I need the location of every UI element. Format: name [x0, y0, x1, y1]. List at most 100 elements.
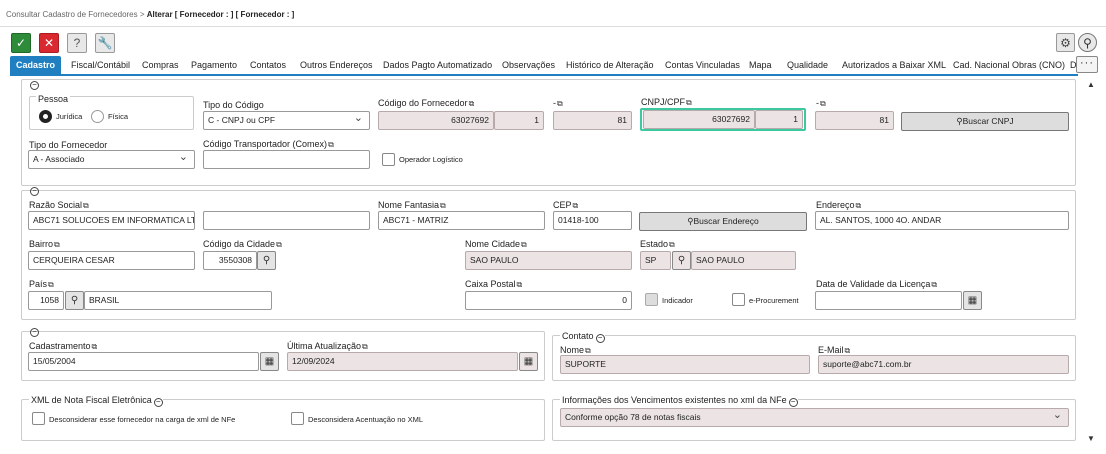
cnpj-label: CNPJ/CPF⧉	[641, 97, 692, 107]
collapse-icon[interactable]: −	[30, 187, 39, 196]
tab-pagamento[interactable]: Pagamento	[185, 56, 243, 74]
collapse-icon[interactable]: −	[30, 81, 39, 90]
nome-fantasia-input[interactable]: ABC71 - MATRIZ	[378, 211, 545, 230]
tab-contas-vinculadas[interactable]: Contas Vinculadas	[659, 56, 746, 74]
copy-icon[interactable]: ⧉	[328, 140, 334, 149]
cadastramento-input[interactable]: 15/05/2004	[28, 352, 259, 371]
estado-code-input[interactable]: SP	[640, 251, 671, 270]
pais-code-input[interactable]: 1058	[28, 291, 64, 310]
breadcrumb-parent[interactable]: Consultar Cadastro de Fornecedores	[6, 10, 138, 19]
cep-input[interactable]: 01418-100	[553, 211, 632, 230]
search-icon[interactable]: ⚲	[1078, 33, 1097, 52]
bairro-input[interactable]: CERQUEIRA CESAR	[28, 251, 195, 270]
e-procurement-checkbox[interactable]	[732, 293, 745, 306]
copy-icon[interactable]: ⧉	[820, 99, 826, 108]
radio-fisica[interactable]	[91, 110, 104, 123]
codigo-fornecedor-field: 63027692	[378, 111, 494, 130]
desconsiderar-nfe-checkbox[interactable]	[32, 412, 45, 425]
search-icon[interactable]: ⚲	[672, 251, 691, 270]
tab-historico[interactable]: Histórico de Alteração	[560, 56, 660, 74]
copy-icon[interactable]: ⧉	[573, 201, 579, 210]
copy-icon[interactable]: ⧉	[469, 99, 475, 108]
search-icon[interactable]: ⚲	[257, 251, 276, 270]
copy-icon[interactable]: ⧉	[83, 201, 89, 210]
copy-icon[interactable]: ⧉	[686, 98, 692, 107]
tipo-codigo-select[interactable]: C - CNPJ ou CPF	[203, 111, 370, 130]
scroll-down-icon[interactable]: ▼	[1087, 434, 1095, 443]
codigo-transportador-label: Código Transportador (Comex)⧉	[203, 139, 334, 149]
copy-icon[interactable]: ⧉	[669, 240, 675, 249]
tab-mapa[interactable]: Mapa	[743, 56, 778, 74]
scrollbar[interactable]: ▲ ▼	[1086, 78, 1096, 446]
calendar-icon[interactable]: ▦	[519, 352, 538, 371]
codigo-transportador-input[interactable]	[203, 150, 370, 169]
copy-icon[interactable]: ⧉	[856, 201, 862, 210]
more-tabs-button[interactable]: ···	[1076, 56, 1098, 73]
confirm-button[interactable]: ✓	[11, 33, 31, 53]
copy-icon[interactable]: ⧉	[585, 346, 591, 355]
tab-outros-enderecos[interactable]: Outros Endereços	[294, 56, 379, 74]
tab-cno[interactable]: Cad. Nacional Obras (CNO)	[947, 56, 1071, 74]
codigo-fornecedor-seq: 1	[494, 111, 544, 130]
collapse-icon[interactable]: −	[30, 328, 39, 337]
buscar-cnpj-button[interactable]: ⚲Buscar CNPJ	[901, 112, 1069, 131]
caixa-postal-input[interactable]: 0	[465, 291, 632, 310]
copy-icon[interactable]: ⧉	[276, 240, 282, 249]
buscar-endereco-button[interactable]: ⚲Buscar Endereço	[639, 212, 807, 231]
tab-observacoes[interactable]: Observações	[496, 56, 561, 74]
tab-dados-pagto[interactable]: Dados Pagto Automatizado	[377, 56, 498, 74]
copy-icon[interactable]: ⧉	[362, 342, 368, 351]
copy-icon[interactable]: ⧉	[845, 346, 851, 355]
gear-icon[interactable]: ⚙	[1056, 33, 1075, 52]
tipo-fornecedor-select[interactable]: A - Associado	[28, 150, 195, 169]
tab-autorizados-xml[interactable]: Autorizados a Baixar XML	[836, 56, 952, 74]
scroll-up-icon[interactable]: ▲	[1087, 80, 1095, 89]
tab-contatos[interactable]: Contatos	[244, 56, 292, 74]
copy-icon[interactable]: ⧉	[517, 280, 523, 289]
ultima-atualizacao-field: 12/09/2024	[287, 352, 518, 371]
indicador-checkbox[interactable]	[645, 293, 658, 306]
radio-juridica[interactable]	[39, 110, 52, 123]
endereco-input[interactable]: AL. SANTOS, 1000 4O. ANDAR	[815, 211, 1069, 230]
codigo-cidade-input[interactable]: 3550308	[203, 251, 257, 270]
help-button[interactable]: ?	[67, 33, 87, 53]
radio-fisica-label: Física	[108, 112, 129, 121]
search-icon[interactable]: ⚲	[65, 291, 84, 310]
cancel-button[interactable]: ✕	[39, 33, 59, 53]
copy-icon[interactable]: ⧉	[48, 280, 54, 289]
copy-icon[interactable]: ⧉	[931, 280, 937, 289]
contato-title: Contato −	[560, 331, 605, 343]
tab-cadastro[interactable]: Cadastro	[10, 56, 62, 74]
desconsidera-acentuacao-checkbox[interactable]	[291, 412, 304, 425]
razao-social-input[interactable]: ABC71 SOLUCOES EM INFORMATICA LTDA	[28, 211, 195, 230]
tab-qualidade[interactable]: Qualidade	[781, 56, 834, 74]
cnpj-field[interactable]: 63027692	[643, 110, 755, 129]
estado-label: Estado⧉	[640, 239, 675, 249]
validade-licenca-input[interactable]	[815, 291, 962, 310]
tab-bar: Cadastro Fiscal/Contábil Compras Pagamen…	[10, 56, 1077, 74]
copy-icon[interactable]: ⧉	[521, 240, 527, 249]
tab-fiscal-contabil[interactable]: Fiscal/Contábil	[65, 56, 136, 74]
calendar-icon[interactable]: ▦	[260, 352, 279, 371]
copy-icon[interactable]: ⧉	[92, 342, 98, 351]
collapse-icon[interactable]: −	[788, 398, 798, 407]
tab-underline	[10, 74, 1078, 76]
razao-social-extra-input[interactable]	[203, 211, 370, 230]
cnpj-seq[interactable]: 1	[755, 110, 803, 129]
copy-icon[interactable]: ⧉	[54, 240, 60, 249]
copy-icon[interactable]: ⧉	[440, 201, 446, 210]
breadcrumb: Consultar Cadastro de Fornecedores > Alt…	[6, 10, 294, 19]
razao-social-label: Razão Social⧉	[29, 200, 89, 210]
copy-icon[interactable]: ⧉	[557, 99, 563, 108]
indicador-label: Indicador	[662, 296, 693, 305]
operador-logistico-checkbox[interactable]	[382, 153, 395, 166]
dash2-label: -⧉	[816, 98, 826, 108]
collapse-icon[interactable]: −	[595, 334, 605, 343]
dash-field: 81	[553, 111, 632, 130]
tab-compras[interactable]: Compras	[136, 56, 185, 74]
collapse-icon[interactable]: −	[153, 398, 163, 407]
vencimentos-select[interactable]: Conforme opção 78 de notas fiscais	[560, 408, 1069, 427]
dash-label: -⧉	[553, 98, 563, 108]
calendar-icon[interactable]: ▦	[963, 291, 982, 310]
wrench-icon[interactable]: 🔧	[95, 33, 115, 53]
